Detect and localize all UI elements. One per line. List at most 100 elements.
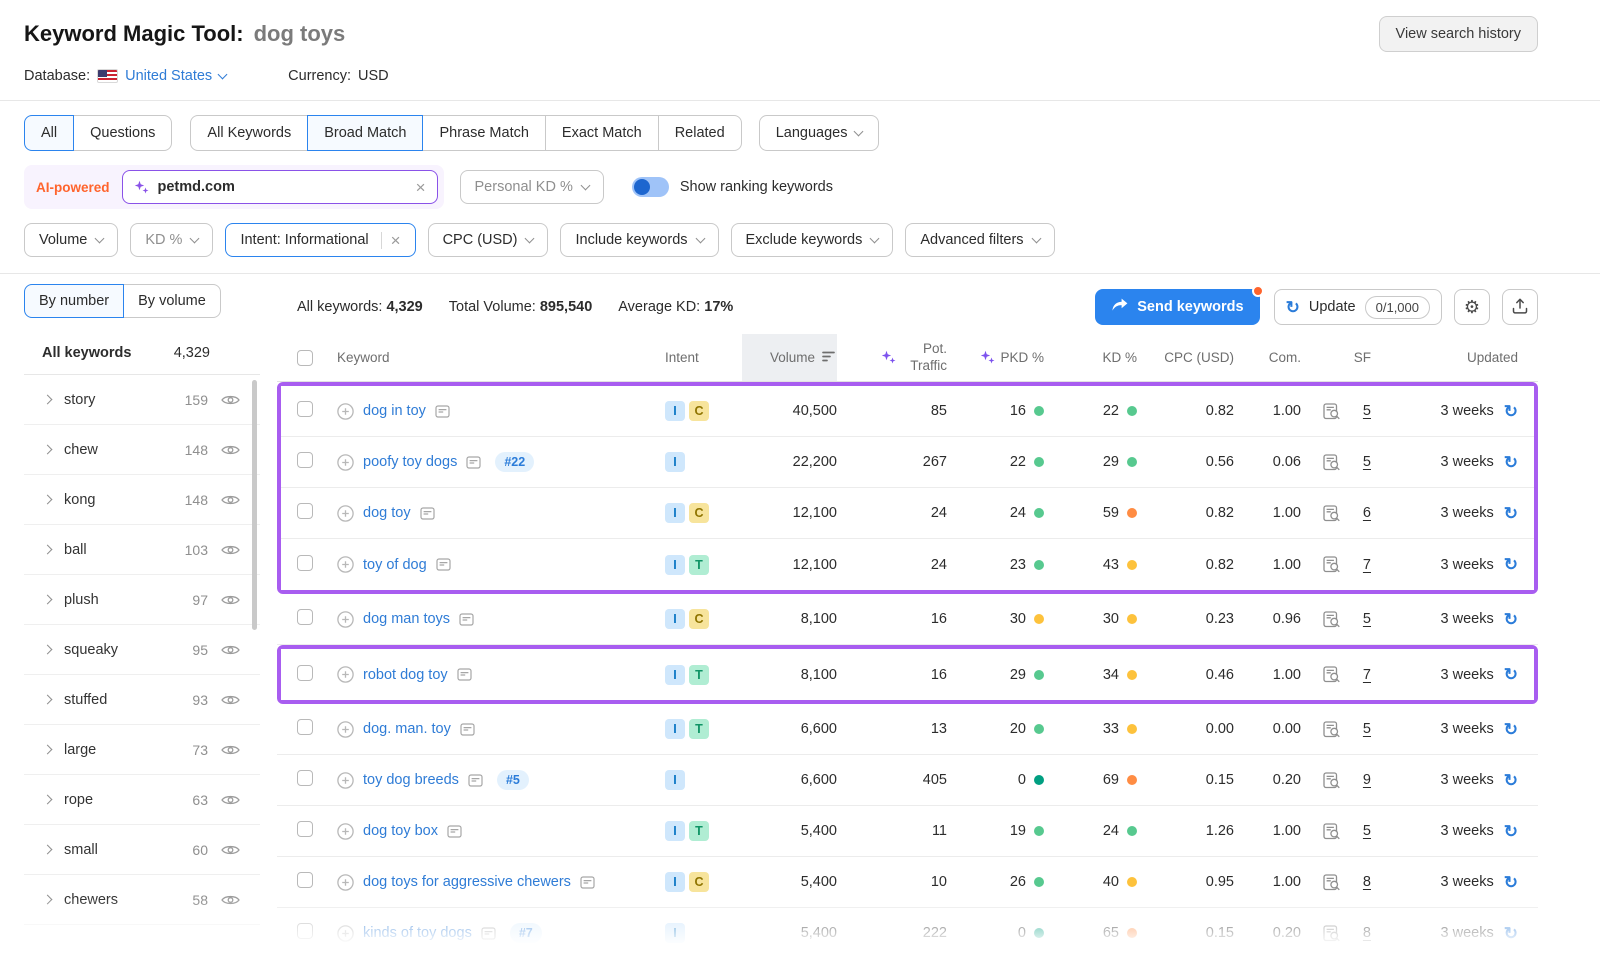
tab-related[interactable]: Related [658, 115, 742, 151]
keyword-link[interactable]: toy of dog [363, 557, 427, 573]
col-pot-traffic[interactable]: Pot. Traffic [837, 334, 947, 381]
sidebar-group-row[interactable]: squeaky95 [24, 625, 260, 675]
eye-icon[interactable] [221, 394, 240, 406]
keyword-link[interactable]: robot dog toy [363, 667, 448, 683]
sidebar-scrollbar[interactable] [252, 380, 257, 630]
eye-icon[interactable] [221, 694, 240, 706]
serp-preview-icon[interactable] [447, 825, 462, 838]
refresh-icon[interactable]: ↻ [1504, 666, 1518, 683]
volume-filter[interactable]: Volume [24, 223, 118, 257]
personal-kd-dropdown[interactable]: Personal KD % [460, 170, 604, 204]
row-checkbox[interactable] [297, 923, 313, 939]
refresh-icon[interactable]: ↻ [1504, 403, 1518, 420]
row-checkbox[interactable] [297, 401, 313, 417]
add-keyword-icon[interactable] [337, 556, 354, 573]
sf-link[interactable]: 5 [1363, 454, 1371, 470]
select-all-checkbox[interactable] [297, 350, 313, 366]
refresh-icon[interactable]: ↻ [1504, 556, 1518, 573]
eye-icon[interactable] [221, 844, 240, 856]
col-volume[interactable]: Volume [742, 334, 837, 381]
add-keyword-icon[interactable] [337, 611, 354, 628]
eye-icon[interactable] [221, 894, 240, 906]
sf-link[interactable]: 8 [1363, 925, 1371, 941]
col-intent[interactable]: Intent [647, 334, 742, 381]
remove-filter-icon[interactable]: × [391, 232, 401, 249]
update-button[interactable]: ↻ Update 0/1,000 [1274, 289, 1442, 325]
sidebar-group-row[interactable]: story159 [24, 375, 260, 425]
row-checkbox[interactable] [297, 555, 313, 571]
col-keyword[interactable]: Keyword [337, 334, 647, 381]
sf-link[interactable]: 6 [1363, 505, 1371, 521]
eye-icon[interactable] [221, 494, 240, 506]
serp-preview-icon[interactable] [481, 927, 496, 940]
sf-link[interactable]: 7 [1363, 667, 1371, 683]
col-updated[interactable]: Updated [1371, 334, 1518, 381]
add-keyword-icon[interactable] [337, 666, 354, 683]
include-keywords-filter[interactable]: Include keywords [560, 223, 718, 257]
refresh-icon[interactable]: ↻ [1504, 505, 1518, 522]
keyword-link[interactable]: dog toys for aggressive chewers [363, 874, 571, 890]
tab-all[interactable]: All [24, 115, 74, 151]
keyword-link[interactable]: dog. man. toy [363, 721, 451, 737]
serp-icon[interactable] [1301, 823, 1341, 840]
sort-by-volume-tab[interactable]: By volume [123, 284, 221, 318]
eye-icon[interactable] [221, 794, 240, 806]
serp-icon[interactable] [1301, 721, 1341, 738]
refresh-icon[interactable]: ↻ [1504, 772, 1518, 789]
row-checkbox[interactable] [297, 719, 313, 735]
serp-preview-icon[interactable] [420, 507, 435, 520]
refresh-icon[interactable]: ↻ [1504, 454, 1518, 471]
show-ranking-keywords-toggle[interactable] [632, 177, 669, 197]
serp-preview-icon[interactable] [580, 876, 595, 889]
all-keywords-row[interactable]: All keywords 4,329 [24, 331, 260, 375]
serp-preview-icon[interactable] [468, 774, 483, 787]
add-keyword-icon[interactable] [337, 721, 354, 738]
sidebar-group-row[interactable]: small60 [24, 825, 260, 875]
tab-broad-match[interactable]: Broad Match [307, 115, 423, 151]
keyword-link[interactable]: dog toy [363, 505, 411, 521]
sf-link[interactable]: 7 [1363, 557, 1371, 573]
col-com[interactable]: Com. [1234, 334, 1301, 381]
col-kd[interactable]: KD % [1044, 334, 1137, 381]
serp-icon[interactable] [1301, 505, 1341, 522]
serp-preview-icon[interactable] [435, 405, 450, 418]
col-sf[interactable]: SF [1341, 334, 1371, 381]
keyword-link[interactable]: poofy toy dogs [363, 454, 457, 470]
row-checkbox[interactable] [297, 665, 313, 681]
export-button[interactable] [1502, 289, 1538, 325]
serp-preview-icon[interactable] [459, 613, 474, 626]
serp-icon[interactable] [1301, 556, 1341, 573]
keyword-link[interactable]: dog toy box [363, 823, 438, 839]
eye-icon[interactable] [221, 594, 240, 606]
row-checkbox[interactable] [297, 503, 313, 519]
sf-link[interactable]: 5 [1363, 403, 1371, 419]
refresh-icon[interactable]: ↻ [1504, 721, 1518, 738]
refresh-icon[interactable]: ↻ [1504, 611, 1518, 628]
tab-phrase-match[interactable]: Phrase Match [422, 115, 545, 151]
add-keyword-icon[interactable] [337, 505, 354, 522]
refresh-icon[interactable]: ↻ [1504, 874, 1518, 891]
eye-icon[interactable] [221, 444, 240, 456]
settings-button[interactable]: ⚙ [1454, 289, 1490, 325]
refresh-icon[interactable]: ↻ [1504, 925, 1518, 942]
tab-exact-match[interactable]: Exact Match [545, 115, 659, 151]
add-keyword-icon[interactable] [337, 454, 354, 471]
database-selector[interactable]: United States [125, 68, 226, 84]
eye-icon[interactable] [221, 544, 240, 556]
serp-icon[interactable] [1301, 666, 1341, 683]
keyword-link[interactable]: dog in toy [363, 403, 426, 419]
refresh-icon[interactable]: ↻ [1504, 823, 1518, 840]
sidebar-group-row[interactable]: rope63 [24, 775, 260, 825]
row-checkbox[interactable] [297, 452, 313, 468]
serp-icon[interactable] [1301, 772, 1341, 789]
serp-icon[interactable] [1301, 611, 1341, 628]
kd-filter[interactable]: KD % [130, 223, 213, 257]
sidebar-group-row[interactable]: ball103 [24, 525, 260, 575]
domain-input[interactable]: petmd.com × [122, 170, 438, 204]
languages-dropdown[interactable]: Languages [759, 115, 880, 151]
cpc-filter[interactable]: CPC (USD) [428, 223, 549, 257]
intent-filter[interactable]: Intent: Informational × [225, 223, 415, 257]
sidebar-group-row[interactable]: large73 [24, 725, 260, 775]
col-pkd[interactable]: PKD % [947, 334, 1044, 381]
send-keywords-button[interactable]: Send keywords [1095, 289, 1259, 325]
